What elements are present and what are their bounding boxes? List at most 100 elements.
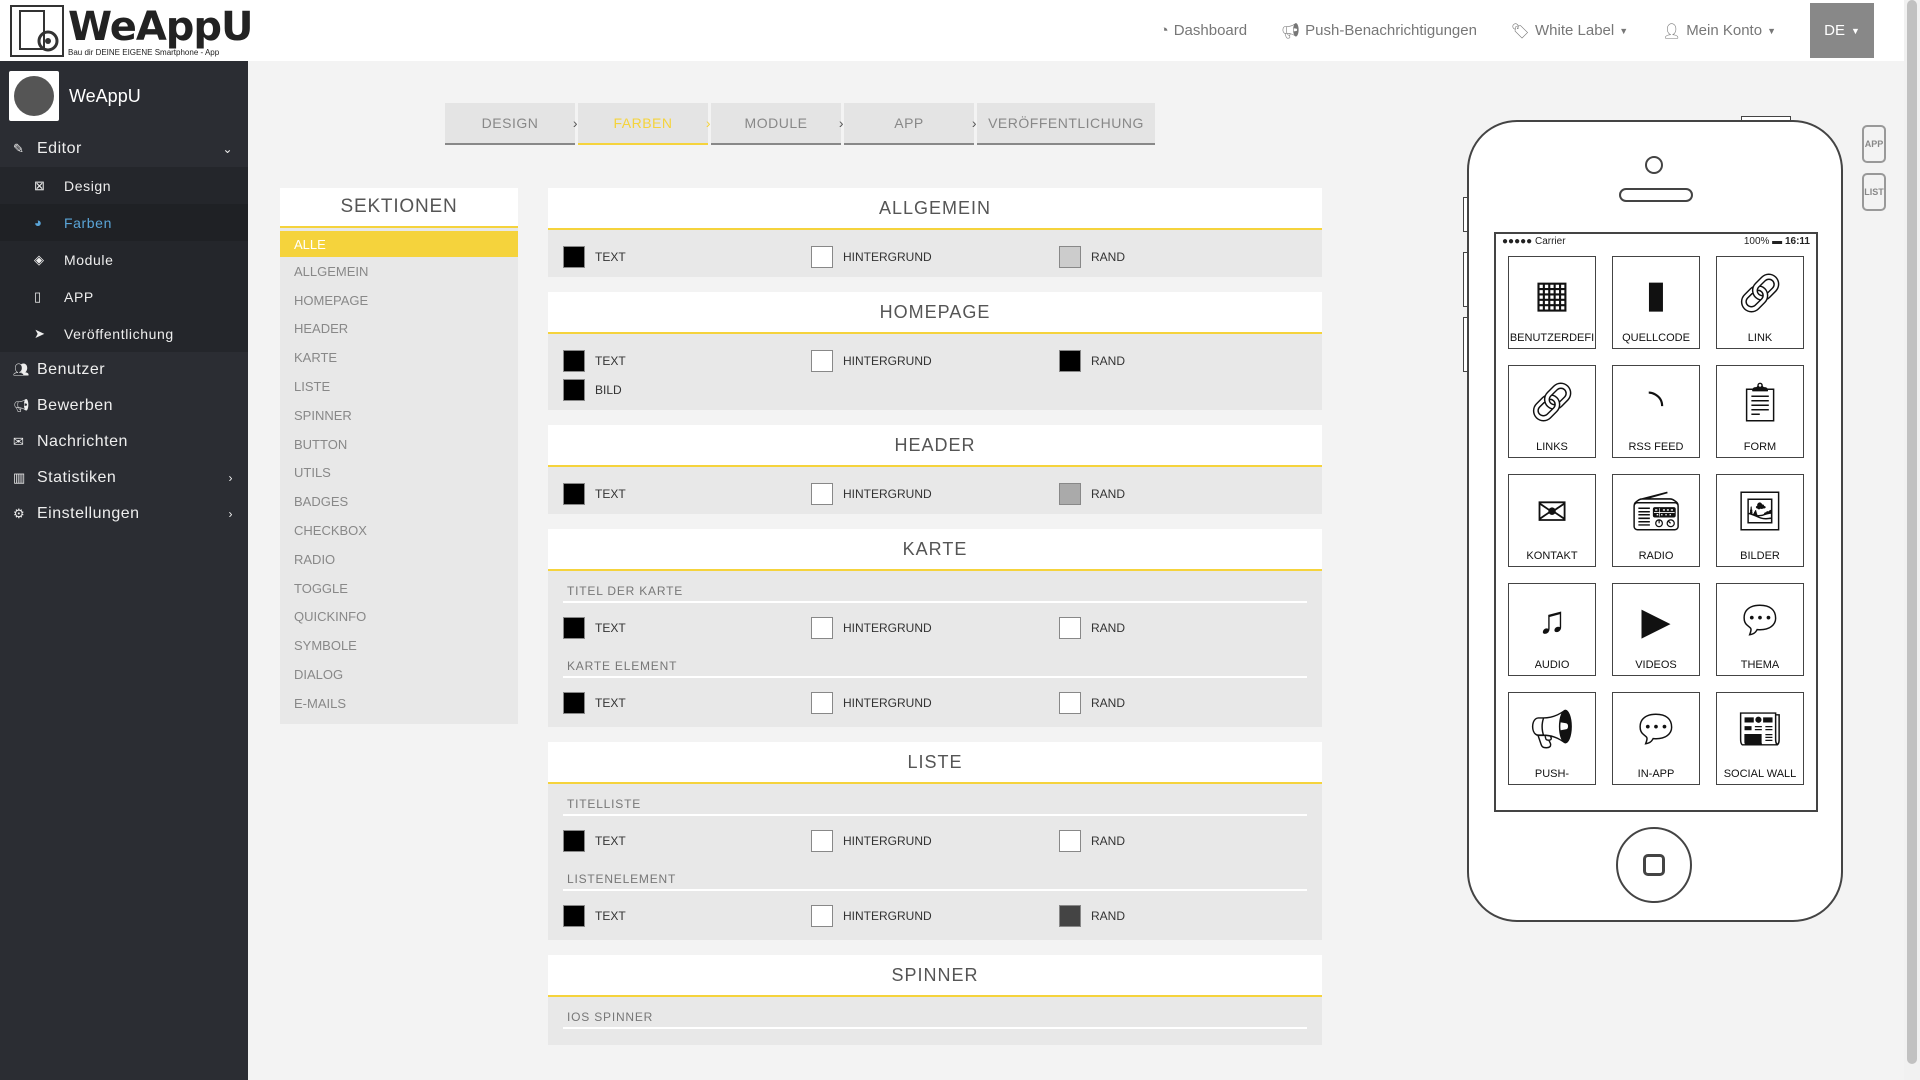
module-tile[interactable]: ♫ AUDIO xyxy=(1508,583,1596,676)
sidebar-item-statistiken[interactable]: ▥ Statistiken › xyxy=(0,460,248,496)
swatch-label: HINTERGRUND xyxy=(843,249,932,264)
section-item[interactable]: SPINNER xyxy=(280,401,518,430)
sidebar-item-farben[interactable]: ◕ Farben xyxy=(0,204,248,241)
module-tile[interactable]: 💬︎ IN-APP xyxy=(1612,692,1700,785)
color-swatch[interactable] xyxy=(811,245,833,268)
module-label: KONTAKT xyxy=(1526,550,1578,562)
section-item[interactable]: E-MAILS xyxy=(280,689,518,718)
sidebar-brand[interactable]: WeAppU xyxy=(0,61,248,131)
scrollbar-thumb[interactable] xyxy=(1907,0,1917,1064)
color-swatch[interactable] xyxy=(811,829,833,852)
section-item[interactable]: BUTTON xyxy=(280,430,518,459)
color-swatch[interactable] xyxy=(563,829,585,852)
nav-dashboard[interactable]: ◔ Dashboard xyxy=(1160,22,1247,39)
module-tile[interactable]: ▦ BENUTZERDEFI xyxy=(1508,256,1596,349)
section-item[interactable]: ALLGEMEIN xyxy=(280,257,518,286)
color-swatch[interactable] xyxy=(1059,829,1081,852)
module-tile[interactable]: 🖼︎ BILDER xyxy=(1716,474,1804,567)
panel-title: HOMEPAGE xyxy=(548,292,1322,334)
language-dropdown[interactable]: DE ▼ xyxy=(1810,3,1874,58)
color-swatch[interactable] xyxy=(1059,245,1081,268)
color-swatch[interactable] xyxy=(563,245,585,268)
color-swatch[interactable] xyxy=(563,616,585,639)
module-tile[interactable]: ✉ KONTAKT xyxy=(1508,474,1596,567)
color-swatch[interactable] xyxy=(563,349,585,372)
sidebar-item-einstellungen[interactable]: ⚙ Einstellungen › xyxy=(0,496,248,532)
sidebar-item-benutzer[interactable]: 👥︎ Benutzer xyxy=(0,352,248,388)
color-swatch[interactable] xyxy=(1059,616,1081,639)
color-swatch[interactable] xyxy=(563,904,585,927)
section-item[interactable]: KARTE xyxy=(280,343,518,372)
sidebar-item-app[interactable]: ▯ APP xyxy=(0,278,248,315)
nav-account[interactable]: 👤︎ Mein Konto ▼ xyxy=(1662,22,1776,40)
section-item[interactable]: ALLE xyxy=(280,231,518,257)
color-swatch[interactable] xyxy=(811,482,833,505)
pencil-icon: ✎ xyxy=(13,141,25,156)
sidebar-item-veroeffentlichung[interactable]: ➤ Veröffentlichung xyxy=(0,315,248,352)
color-swatch[interactable] xyxy=(563,378,585,401)
subsection-title: LISTENELEMENT xyxy=(563,869,1307,891)
panel-title: KARTE xyxy=(548,529,1322,571)
section-item[interactable]: BADGES xyxy=(280,487,518,516)
color-swatch[interactable] xyxy=(811,904,833,927)
color-swatch[interactable] xyxy=(811,616,833,639)
module-tile[interactable]: ▶ VIDEOS xyxy=(1612,583,1700,676)
sidebar-item-label: Veröffentlichung xyxy=(64,325,174,342)
section-item[interactable]: HEADER xyxy=(280,315,518,344)
color-swatch[interactable] xyxy=(1059,349,1081,372)
color-swatch[interactable] xyxy=(563,691,585,714)
color-swatch[interactable] xyxy=(1059,691,1081,714)
step-label: DESIGN xyxy=(481,115,539,131)
sidebar-item-bewerben[interactable]: 📢︎ Bewerben xyxy=(0,388,248,424)
preview-tab-app[interactable]: APP xyxy=(1862,125,1886,163)
color-swatch[interactable] xyxy=(1059,904,1081,927)
step-veroeffentlichung[interactable]: VERÖFFENTLICHUNG xyxy=(977,103,1155,145)
preview-tab-list[interactable]: LIST xyxy=(1862,173,1886,211)
module-tile[interactable]: 🔗︎ LINK xyxy=(1716,256,1804,349)
phone-home-button xyxy=(1616,827,1692,903)
cube-icon: ◈ xyxy=(34,251,45,267)
user-icon: 👤︎ xyxy=(1662,22,1682,40)
section-item[interactable]: TOGGLE xyxy=(280,574,518,603)
sidebar-item-label: Bewerben xyxy=(37,397,114,414)
sidebar: WeAppU ✎ Editor ⌄ ⊠ Design ◕ Farben ◈ Module … xyxy=(0,61,248,1080)
section-item[interactable]: DIALOG xyxy=(280,660,518,689)
module-tile[interactable]: ◝ RSS FEED xyxy=(1612,365,1700,458)
module-tile[interactable]: 📢︎ PUSH- xyxy=(1508,692,1596,785)
step-module[interactable]: MODULE › xyxy=(711,103,843,145)
sidebar-item-module[interactable]: ◈ Module xyxy=(0,241,248,278)
step-app[interactable]: APP › xyxy=(844,103,976,145)
sidebar-item-design[interactable]: ⊠ Design xyxy=(0,167,248,204)
module-tile[interactable]: 📋︎ FORM xyxy=(1716,365,1804,458)
panel-header: HEADER TEXT HINTERGRUND RAND xyxy=(548,425,1322,514)
link-icon: 🔗︎ xyxy=(1735,273,1785,315)
color-swatch[interactable] xyxy=(563,482,585,505)
module-tile[interactable]: 📻︎ RADIO xyxy=(1612,474,1700,567)
nav-whitelabel[interactable]: 🏷︎ White Label ▼ xyxy=(1511,22,1628,40)
module-tile[interactable]: 📰︎ SOCIAL WALL xyxy=(1716,692,1804,785)
module-tile[interactable]: ▮ QUELLCODE xyxy=(1612,256,1700,349)
phone-screen: ●●●●● Carrier 100% ▬ 16:11 ▦ BENUTZERDEFI… xyxy=(1494,232,1818,812)
section-item[interactable]: LISTE xyxy=(280,372,518,401)
section-item[interactable]: CHECKBOX xyxy=(280,516,518,545)
section-item[interactable]: HOMEPAGE xyxy=(280,286,518,315)
section-item[interactable]: SYMBOLE xyxy=(280,631,518,660)
weappu-logo[interactable]: WeAppU Bau dir DEINE EIGENE Smartphone -… xyxy=(10,5,254,57)
section-item[interactable]: UTILS xyxy=(280,459,518,488)
module-tile[interactable]: 💬︎ THEMA xyxy=(1716,583,1804,676)
color-swatch[interactable] xyxy=(811,349,833,372)
sidebar-item-label: Farben xyxy=(64,214,112,231)
section-item[interactable]: RADIO xyxy=(280,545,518,574)
color-swatch[interactable] xyxy=(1059,482,1081,505)
sidebar-item-nachrichten[interactable]: ✉ Nachrichten xyxy=(0,424,248,460)
step-design[interactable]: DESIGN › xyxy=(445,103,577,145)
module-grid: ▦ BENUTZERDEFI ▮ QUELLCODE 🔗︎ LINK 🔗︎ LINKS … xyxy=(1508,256,1804,785)
nav-push[interactable]: 📢︎ Push-Benachrichtigungen xyxy=(1281,22,1477,40)
vertical-scrollbar[interactable] xyxy=(1904,0,1920,1080)
section-item[interactable]: QUICKINFO xyxy=(280,603,518,632)
step-farben[interactable]: FARBEN › xyxy=(578,103,710,145)
module-tile[interactable]: 🔗︎ LINKS xyxy=(1508,365,1596,458)
subsection-title: IOS SPINNER xyxy=(563,1007,1307,1029)
color-swatch[interactable] xyxy=(811,691,833,714)
sidebar-item-editor[interactable]: ✎ Editor ⌄ xyxy=(0,131,248,167)
